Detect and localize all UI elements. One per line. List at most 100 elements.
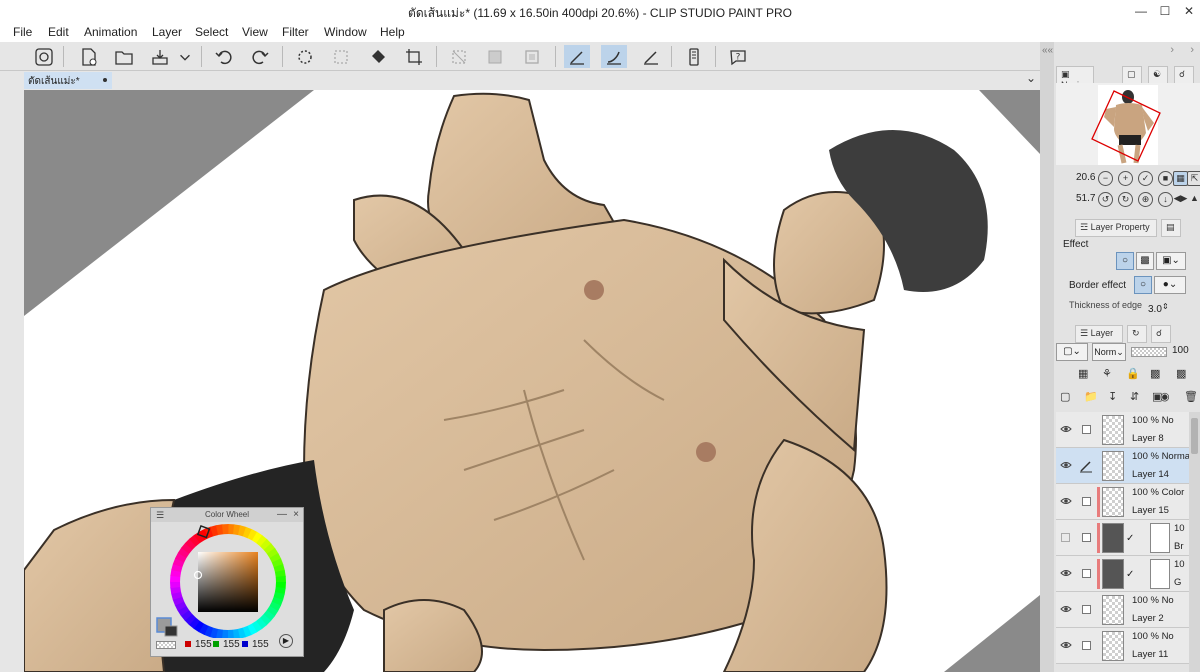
menu-layer[interactable]: Layer	[152, 25, 182, 39]
layer-row[interactable]: ✓ 10 Br	[1056, 520, 1189, 556]
save-button[interactable]	[148, 45, 172, 68]
maximize-button[interactable]: ☐	[1154, 0, 1176, 22]
layer-row[interactable]: 100 % Color Layer 15	[1056, 484, 1189, 520]
menu-window[interactable]: Window	[324, 25, 367, 39]
layer-row[interactable]: 100 % Normal Layer 14	[1056, 448, 1192, 484]
color-wheel-picker[interactable]	[151, 522, 305, 638]
mask-enable-icon[interactable]: ▩	[1176, 367, 1186, 380]
menu-file[interactable]: File	[13, 25, 32, 39]
palette-menu-icon[interactable]: ☰	[156, 508, 164, 522]
fit-window-icon[interactable]: ▦	[1173, 171, 1188, 186]
effect-dropdown[interactable]: ▣⌄	[1156, 252, 1186, 270]
new-file-button[interactable]	[77, 45, 101, 68]
transform-button[interactable]	[402, 45, 426, 68]
green-value[interactable]: 155	[223, 639, 240, 650]
layer-row[interactable]: ✓ 10 G	[1056, 556, 1189, 592]
save-options-dropdown[interactable]	[177, 45, 193, 68]
navigator-thumbnail[interactable]	[1056, 83, 1200, 165]
combine-layers-icon[interactable]: ⇵	[1130, 390, 1139, 403]
eye-icon[interactable]	[1060, 496, 1072, 506]
opacity-slider[interactable]	[1131, 347, 1167, 357]
layer-name[interactable]: Layer 2	[1132, 613, 1164, 624]
new-folder-icon[interactable]: 📁	[1084, 390, 1098, 403]
flip-horizontal-icon[interactable]: ◀▶	[1173, 192, 1188, 207]
blue-value[interactable]: 155	[252, 639, 269, 650]
transparent-color-swatch[interactable]	[156, 641, 176, 649]
tab-layer-property[interactable]: ☲ Layer Property	[1075, 219, 1157, 237]
tab-layer-search[interactable]: ▤	[1161, 219, 1181, 237]
close-button[interactable]: ✕	[1178, 0, 1200, 22]
tab-layer-search[interactable]: ☌	[1151, 325, 1171, 343]
layer-name[interactable]: Layer 11	[1132, 649, 1168, 660]
layer-thumbnail[interactable]	[1102, 631, 1124, 661]
thickness-value[interactable]: 3.0	[1148, 304, 1162, 315]
zoom-value[interactable]: 20.6	[1076, 172, 1095, 183]
layer-check-box[interactable]	[1082, 605, 1091, 614]
panel-chevron-icon[interactable]: ›	[1190, 44, 1194, 56]
effect-none-button[interactable]: ○	[1116, 252, 1134, 270]
layer-check-box[interactable]	[1082, 497, 1091, 506]
layer-check-box[interactable]	[1082, 533, 1091, 542]
open-file-button[interactable]	[112, 45, 136, 68]
deselect-button[interactable]	[447, 45, 471, 68]
tab-other[interactable]: ☌	[1174, 66, 1194, 84]
mask-thumbnail[interactable]	[1150, 559, 1170, 589]
sub-color-swatch[interactable]	[164, 625, 178, 637]
flip-window-icon[interactable]: ⇱	[1187, 171, 1200, 186]
tab-sub-view[interactable]: ▢	[1122, 66, 1142, 84]
eye-icon[interactable]	[1060, 424, 1072, 434]
layer-row[interactable]: 100 % No Layer 8	[1056, 412, 1189, 448]
snap-to-ruler-button[interactable]	[564, 45, 590, 68]
redo-button[interactable]	[248, 45, 272, 68]
layer-row[interactable]: 100 % No Layer 2	[1056, 592, 1189, 628]
show-selection-area-button[interactable]	[520, 45, 544, 68]
fill-button[interactable]	[366, 45, 390, 68]
tab-info[interactable]: ☯	[1148, 66, 1168, 84]
fit-navigator-icon[interactable]: ✓	[1138, 171, 1153, 186]
reset-view-icon[interactable]: ↓	[1158, 192, 1173, 207]
menu-help[interactable]: Help	[380, 25, 405, 39]
red-value[interactable]: 155	[195, 639, 212, 650]
layer-thumbnail[interactable]	[1102, 451, 1124, 481]
clear-button[interactable]	[293, 45, 317, 68]
mask-thumbnail[interactable]	[1150, 523, 1170, 553]
opacity-value[interactable]: 100	[1172, 345, 1189, 356]
tab-layer[interactable]: ☰ Layer	[1075, 325, 1123, 343]
new-raster-layer-icon[interactable]: ▢	[1060, 390, 1070, 403]
transfer-down-icon[interactable]: ↧	[1108, 390, 1117, 403]
layer-name[interactable]: Layer 8	[1132, 433, 1164, 444]
menu-filter[interactable]: Filter	[282, 25, 309, 39]
undo-button[interactable]	[212, 45, 236, 68]
zoom-in-icon[interactable]: +	[1118, 171, 1133, 186]
eye-icon[interactable]	[1060, 604, 1072, 614]
eye-icon[interactable]	[1060, 460, 1072, 470]
actual-size-icon[interactable]: ■	[1158, 171, 1173, 186]
layer-name[interactable]: Br	[1174, 541, 1184, 552]
layer-row[interactable]: 100 % No Layer 11	[1056, 628, 1189, 664]
layer-thumbnail[interactable]	[1102, 595, 1124, 625]
collapse-arrows-icon[interactable]: ««	[1042, 45, 1053, 56]
clip-lower-layer-icon[interactable]: ▦	[1078, 367, 1088, 380]
zoom-out-icon[interactable]: −	[1098, 171, 1113, 186]
layer-thumbnail[interactable]	[1102, 415, 1124, 445]
layer-name[interactable]: G	[1174, 577, 1181, 588]
layer-color-dropdown[interactable]: ▢⌄	[1056, 343, 1088, 361]
rotation-value[interactable]: 51.7	[1076, 193, 1095, 204]
menu-edit[interactable]: Edit	[48, 25, 69, 39]
scrollbar-thumb[interactable]	[1191, 418, 1198, 454]
color-wheel-palette[interactable]: ☰ Color Wheel — × 155 155 155 ▶	[150, 507, 304, 657]
layer-check-box[interactable]	[1082, 569, 1091, 578]
rotate-right-icon[interactable]: ↻	[1118, 192, 1133, 207]
clear-outside-button[interactable]	[329, 45, 353, 68]
lock-icon[interactable]: 🔒	[1126, 367, 1140, 380]
clip-studio-button[interactable]	[32, 45, 56, 68]
rotate-left-icon[interactable]: ↺	[1098, 192, 1113, 207]
document-tab[interactable]: ตัดเส้นแม่ะ*	[24, 72, 112, 89]
help-button[interactable]: ?	[726, 45, 750, 68]
tab-list-chevron-icon[interactable]: ⌄	[1026, 71, 1036, 85]
minimize-button[interactable]: —	[1130, 0, 1152, 22]
eye-icon[interactable]	[1060, 640, 1072, 650]
flip-vertical-icon[interactable]: ▲	[1187, 192, 1200, 207]
layer-thumbnail[interactable]	[1102, 523, 1124, 553]
effect-tone-button[interactable]: ▩	[1136, 252, 1154, 270]
